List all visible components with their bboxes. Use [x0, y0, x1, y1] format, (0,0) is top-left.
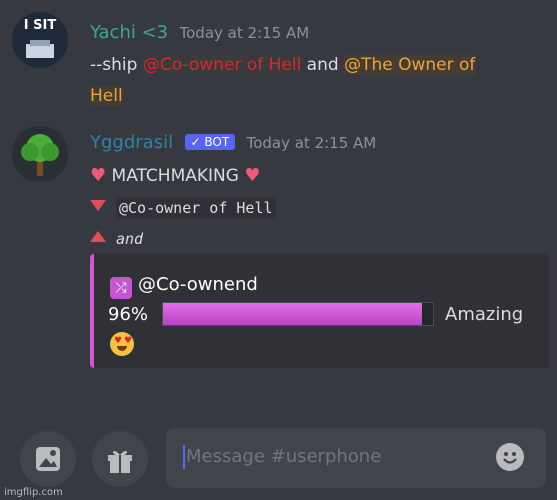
progress-fill [163, 303, 423, 325]
emoji-picker-icon[interactable] [496, 443, 524, 471]
message-content-wrap: Hell [90, 86, 123, 106]
match-progress-bar [162, 302, 434, 326]
message-header: Yachi <3 Today at 2:15 AM [90, 22, 309, 43]
line-up: and [90, 229, 143, 249]
timestamp: Today at 2:15 AM [246, 134, 377, 152]
watermark: imgflip.com [4, 487, 63, 498]
triangle-up-icon [90, 231, 106, 242]
shuffle-icon: ⤮ [110, 277, 132, 299]
mention-owner-wrap[interactable]: Hell [90, 86, 123, 106]
italic-text: and [116, 230, 144, 248]
message-header: Yggdrasil ✓ BOT Today at 2:15 AM [90, 132, 376, 153]
heart-eyes-emoji-icon: ♥ ♥ [110, 332, 134, 356]
joiner-text: and [301, 55, 345, 75]
mention-co-owner[interactable]: @Co-owner of Hell [142, 55, 302, 75]
avatar[interactable] [12, 126, 68, 182]
message-input-placeholder: Message #userphone [186, 446, 382, 467]
avatar-text: I SIT [23, 18, 57, 33]
bot-badge: ✓ BOT [184, 134, 236, 150]
triangle-down-icon [90, 200, 106, 211]
gift-button[interactable] [92, 431, 148, 487]
heart-icon: ♥ [244, 165, 261, 186]
matchmaking-heading: ♥ MATCHMAKING ♥ [90, 165, 260, 186]
gift-icon [108, 450, 132, 473]
image-icon [36, 447, 60, 471]
embed-title: ⤮ @Co-ownend [110, 274, 258, 299]
message-content: --ship @Co-owner of Hell and @The Owner … [90, 55, 476, 75]
heading-text: MATCHMAKING [111, 166, 239, 186]
heart-icon: ♥ [90, 165, 107, 186]
line-down: @Co-owner of Hell [90, 198, 276, 218]
username[interactable]: Yggdrasil [90, 132, 173, 153]
match-percent: 96% [108, 304, 149, 325]
match-rating: Amazing [445, 304, 524, 325]
tree-icon [12, 126, 68, 182]
message-input[interactable]: Message #userphone [166, 428, 546, 488]
avatar[interactable]: I SIT [12, 12, 68, 68]
embed-title-text: @Co-ownend [138, 274, 258, 295]
upload-image-button[interactable] [20, 431, 76, 487]
match-embed: ⤮ @Co-ownend 96% Amazing ♥ ♥ [90, 254, 549, 368]
inline-code: @Co-owner of Hell [116, 198, 276, 218]
command-text: --ship [90, 55, 143, 75]
text-caret [183, 445, 185, 469]
username[interactable]: Yachi <3 [90, 22, 168, 43]
mention-owner[interactable]: @The Owner of [344, 55, 476, 75]
timestamp: Today at 2:15 AM [179, 24, 310, 42]
